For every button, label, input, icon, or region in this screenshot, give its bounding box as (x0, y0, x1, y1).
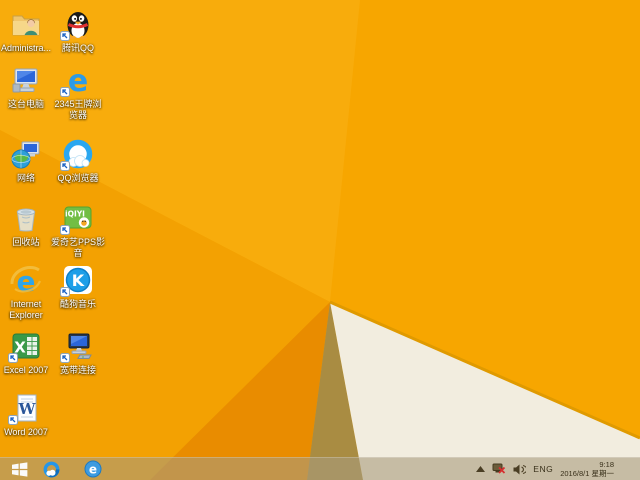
desktop-icon-broadband[interactable]: 宽带连接 (46, 330, 110, 376)
desktop-icon-label: 爱奇艺PPS影 音 (50, 237, 105, 258)
taskbar: e ENG 9:18 2016/8/1 星期一 (0, 457, 640, 480)
qq-penguin-icon (60, 8, 94, 41)
desktop-icon-this-pc[interactable]: 这台电脑 (0, 64, 52, 110)
desktop-icon-recycle-bin[interactable]: 回收站 (0, 202, 52, 248)
volume-icon[interactable] (513, 464, 527, 475)
desktop-icon-label: QQ浏览器 (57, 173, 99, 183)
clock-date: 2016/8/1 星期一 (560, 469, 614, 478)
taskbar-button-qq-browser[interactable] (38, 458, 64, 480)
desktop-icon-tencent-qq[interactable]: 腾讯QQ (46, 8, 110, 54)
desktop-icon-2345-browser[interactable]: e 2345王牌浏 览器 (46, 64, 110, 120)
svg-text:e: e (89, 463, 97, 477)
ie-icon: e (84, 460, 102, 478)
desktop-icon-qq-browser[interactable]: QQ浏览器 (46, 138, 110, 184)
windows-logo-icon (11, 461, 27, 477)
desktop-icon-label: 回收站 (12, 237, 40, 247)
shortcut-arrow-icon (8, 415, 18, 425)
desktop-icon-excel-2007[interactable]: X Excel 2007 (0, 330, 52, 376)
desktop-icon-label: Excel 2007 (3, 365, 49, 375)
svg-text:e: e (68, 64, 88, 96)
qq-browser-icon (43, 461, 59, 477)
recycle-bin-icon (10, 202, 42, 234)
computer-icon (10, 64, 42, 96)
broadband-icon (60, 330, 94, 363)
shortcut-arrow-icon (60, 225, 70, 235)
speaker-icon (513, 464, 527, 474)
chevron-up-icon (476, 466, 486, 472)
desktop-icon-label: 腾讯QQ (61, 43, 94, 53)
network-globe-icon (10, 138, 42, 170)
desktop-icon-iqiyi-pps[interactable]: iQIYI 爱奇艺PPS影 音 (46, 202, 110, 258)
show-hidden-icons-button[interactable] (476, 466, 486, 472)
kugou-icon: K (60, 264, 94, 297)
word-icon: W (8, 392, 42, 425)
desktop-icon-label: 网络 (16, 173, 35, 183)
desktop-icon-label: 酷狗音乐 (59, 299, 96, 309)
qq-browser-icon (60, 138, 94, 171)
shortcut-arrow-icon (8, 353, 18, 363)
shortcut-arrow-icon (60, 31, 70, 41)
iqiyi-icon: iQIYI (60, 202, 94, 235)
desktop-icon-label: Word 2007 (4, 427, 48, 437)
desktop-icon-label: 这台电脑 (7, 99, 44, 109)
show-desktop-button[interactable] (634, 458, 640, 480)
desktop-icon-label: 宽带连接 (59, 365, 96, 375)
shortcut-arrow-icon (60, 161, 70, 171)
blue-e-browser-icon: e (60, 64, 94, 97)
svg-text:K: K (72, 271, 85, 290)
network-disconnected-icon (492, 463, 506, 474)
desktop-icon-word-2007[interactable]: W Word 2007 (0, 392, 52, 438)
network-status-icon[interactable] (492, 463, 506, 475)
clock[interactable]: 9:18 2016/8/1 星期一 (560, 460, 614, 478)
user-folder-icon (10, 8, 42, 40)
desktop-icon-internet-explorer[interactable]: e Internet Explorer (0, 264, 52, 320)
start-button[interactable] (0, 458, 38, 480)
desktop: Administra... 腾讯QQ 这台电脑 e 2345王牌浏 览器 网络 … (0, 0, 640, 480)
svg-text:W: W (18, 400, 37, 418)
desktop-icon-kugou-music[interactable]: K 酷狗音乐 (46, 264, 110, 310)
ie-icon: e (10, 264, 42, 296)
system-tray: ENG 9:18 2016/8/1 星期一 (476, 458, 640, 480)
shortcut-arrow-icon (60, 287, 70, 297)
shortcut-arrow-icon (60, 87, 70, 97)
taskbar-button-internet-explorer[interactable]: e (80, 458, 106, 480)
language-indicator[interactable]: ENG (533, 464, 553, 474)
desktop-icon-label: Internet Explorer (9, 299, 43, 320)
desktop-icon-administrator[interactable]: Administra... (0, 8, 52, 54)
shortcut-arrow-icon (60, 353, 70, 363)
clock-time: 9:18 (599, 460, 614, 469)
desktop-icon-label: 2345王牌浏 览器 (54, 99, 102, 120)
desktop-icon-network[interactable]: 网络 (0, 138, 52, 184)
desktop-icon-label: Administra... (0, 43, 51, 53)
svg-text:iQIYI: iQIYI (65, 210, 85, 219)
excel-icon: X (8, 330, 42, 363)
